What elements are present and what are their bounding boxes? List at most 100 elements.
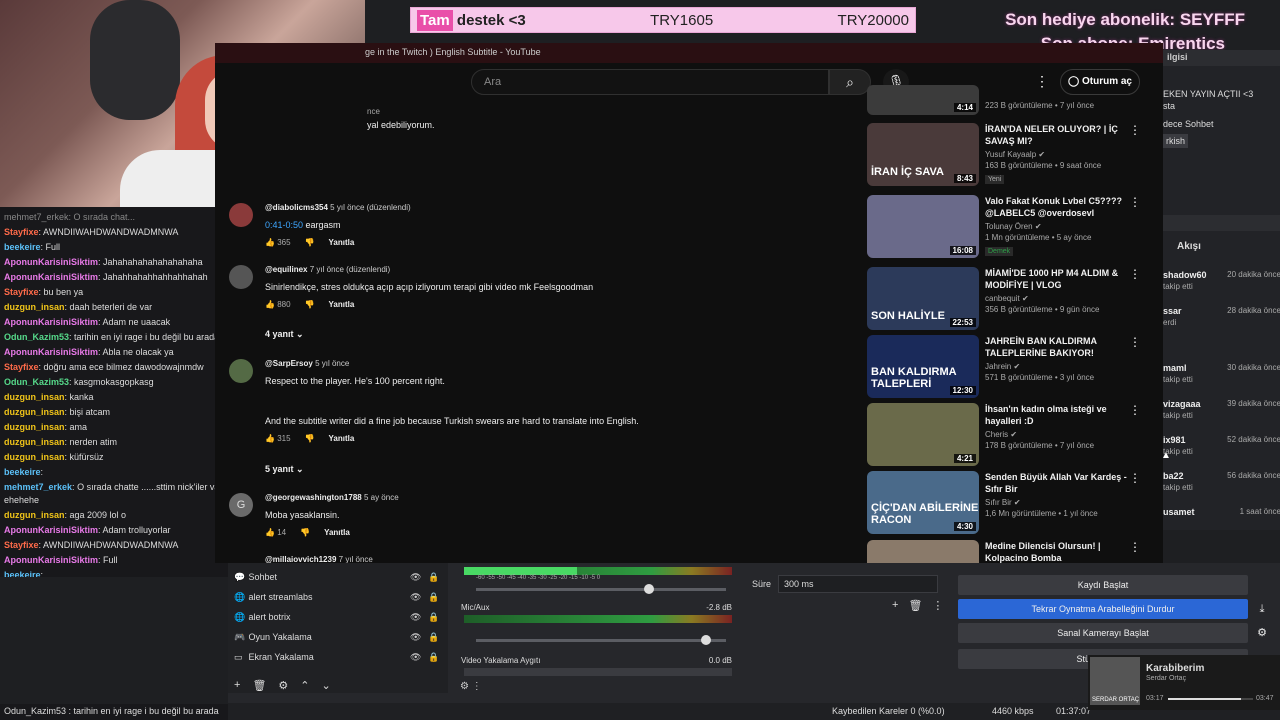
arrow-down-icon[interactable]: ⌄ — [322, 679, 331, 692]
video-channel[interactable]: Cheris ✔ — [985, 430, 1135, 439]
like-button[interactable]: 👍 365 — [265, 238, 291, 247]
chat-username[interactable]: Stayfixe — [4, 362, 39, 372]
video-title[interactable]: Medine Dilencisi Olursun! | Kolpacino Bo… — [985, 540, 1135, 563]
source-item[interactable]: 🌐 alert botrix 👁 🔒 — [234, 607, 444, 627]
lock-icon[interactable]: 🔒 — [428, 567, 439, 587]
more-menu-icon[interactable]: ⋮ — [932, 599, 943, 612]
gear-icon[interactable]: ⚙ — [1254, 623, 1270, 643]
chat-username[interactable]: AponunKarisiniSiktim — [4, 317, 98, 327]
chat-username[interactable]: duzgun_insan — [4, 302, 65, 312]
chat-username[interactable]: beekeire — [4, 467, 41, 477]
chat-username[interactable]: beekeire — [4, 570, 41, 577]
start-recording-button[interactable]: Kaydı Başlat — [958, 575, 1248, 595]
save-replay-icon[interactable]: ⤓ — [1254, 599, 1270, 619]
video-thumbnail[interactable]: ÇİÇ'DAN ABİLERİNE RACON 4:30 — [867, 471, 979, 534]
search-button[interactable]: ⌕ — [829, 69, 871, 95]
reply-button[interactable]: Yanıtla — [324, 528, 350, 537]
like-button[interactable]: 👍 14 — [265, 528, 286, 537]
chat-username[interactable]: Stayfixe — [4, 287, 39, 297]
more-menu-icon[interactable]: ⋮ — [1129, 403, 1141, 417]
lock-icon[interactable]: 🔒 — [428, 587, 439, 607]
trash-icon[interactable]: 🗑 — [252, 679, 266, 692]
video-title[interactable]: İhsan'ın kadın olma isteği ve hayalleri … — [985, 403, 1135, 427]
timestamp-link[interactable]: 0:41-0:50 — [265, 220, 303, 230]
source-item[interactable]: ▭ Ekran Yakalama 👁 🔒 — [234, 647, 444, 667]
eye-icon[interactable]: 👁 — [410, 567, 421, 587]
chat-username[interactable]: duzgun_insan — [4, 437, 65, 447]
chat-username[interactable]: AponunKarisiniSiktim — [4, 555, 98, 565]
volume-slider[interactable] — [476, 584, 726, 594]
video-title[interactable]: MİAMİ'DE 1000 HP M4 ALDIM & MODİFİYE | V… — [985, 267, 1135, 291]
dislike-button[interactable]: 👎 — [305, 434, 315, 443]
eye-icon[interactable]: 👁 — [410, 627, 421, 647]
dislike-button[interactable]: 👎 — [305, 238, 315, 247]
more-menu-icon[interactable]: ⋮ — [1129, 471, 1141, 485]
replies-toggle[interactable]: 4 yanıt ⌄ — [265, 329, 304, 340]
chat-username[interactable]: duzgun_insan — [4, 392, 65, 402]
chat-username[interactable]: duzgun_insan — [4, 452, 65, 462]
video-title[interactable]: Senden Büyük Allah Var Kardeş - Sıfır Bi… — [985, 471, 1135, 495]
video-title[interactable]: JAHREİN BAN KALDIRMA TALEPLERİNE BAKIYOR… — [985, 335, 1135, 359]
dislike-button[interactable]: 👎 — [300, 528, 310, 537]
video-item[interactable]: Medine Dilencisi Olursun! | Kolpacino Bo… — [867, 540, 1152, 563]
video-channel[interactable]: Jahrein ✔ — [985, 362, 1135, 371]
start-virtual-camera-button[interactable]: Sanal Kamerayı Başlat — [958, 623, 1248, 643]
eye-icon[interactable]: 👁 — [410, 587, 421, 607]
chat-username[interactable]: AponunKarisiniSiktim — [4, 347, 98, 357]
video-item[interactable]: 16:08 Valo Fakat Konuk Lvbel C5???? @LABE… — [867, 195, 1152, 259]
reply-button[interactable]: Yanıtla — [329, 434, 355, 443]
chat-username[interactable]: AponunKarisiniSiktim — [4, 257, 98, 267]
eye-icon[interactable]: 👁 — [410, 647, 421, 667]
video-item[interactable]: SON HALİYLE 22:53 MİAMİ'DE 1000 HP M4 ALDI… — [867, 267, 1152, 331]
video-thumbnail[interactable]: SON HALİYLE 22:53 — [867, 267, 979, 330]
video-item[interactable]: BAN KALDIRMA TALEPLERİ 12:30 JAHREİN BAN K… — [867, 335, 1152, 399]
chat-username[interactable]: duzgun_insan — [4, 407, 65, 417]
video-item[interactable]: İRAN İÇ SAVA 8:43 İRAN'DA NELER OLUYOR? | … — [867, 123, 1152, 187]
more-menu-icon[interactable]: ⋮ — [1129, 195, 1141, 209]
video-thumbnail[interactable]: BAN KALDIRMA TALEPLERİ 12:30 — [867, 335, 979, 398]
reply-button[interactable]: Yanıtla — [329, 238, 355, 247]
chat-username[interactable]: Stayfixe — [4, 227, 39, 237]
chat-username[interactable]: Odun_Kazim53 — [4, 377, 69, 387]
chat-username[interactable]: mehmet7_erkek — [4, 482, 72, 492]
video-thumbnail[interactable]: 16:08 — [867, 195, 979, 258]
video-thumbnail[interactable] — [867, 540, 979, 563]
trash-icon[interactable]: 🗑 — [908, 599, 922, 612]
search-input[interactable]: Ara — [471, 69, 829, 95]
video-channel[interactable]: Tolunay Ören ✔ — [985, 222, 1135, 231]
mixer-settings-icon[interactable]: ⚙ ⋮ — [460, 681, 482, 692]
video-thumbnail[interactable]: İRAN İÇ SAVA 8:43 — [867, 123, 979, 186]
chat-username[interactable]: duzgun_insan — [4, 510, 65, 520]
reply-button[interactable]: Yanıtla — [329, 300, 355, 309]
video-item[interactable]: ÇİÇ'DAN ABİLERİNE RACON 4:30 Senden Büyük … — [867, 471, 1152, 535]
lock-icon[interactable]: 🔒 — [428, 627, 439, 647]
video-thumbnail[interactable]: 4:21 — [867, 403, 979, 466]
chat-username[interactable]: Stayfixe — [4, 540, 39, 550]
youtube-window[interactable]: ge in the Twitch ) English Subtitle - Yo… — [215, 43, 1163, 563]
dislike-button[interactable]: 👎 — [305, 300, 315, 309]
stop-replay-buffer-button[interactable]: Tekrar Oynatma Arabelleğini Durdur — [958, 599, 1248, 619]
video-thumbnail[interactable]: 4:14 — [867, 85, 979, 115]
video-channel[interactable]: Yusuf Kayaalp ✔ — [985, 150, 1135, 159]
more-menu-icon[interactable]: ⋮ — [1129, 540, 1141, 554]
more-menu-icon[interactable]: ⋮ — [1129, 123, 1141, 137]
chat-username[interactable]: AponunKarisiniSiktim — [4, 525, 98, 535]
replies-toggle[interactable]: 5 yanıt ⌄ — [265, 464, 304, 475]
video-title[interactable]: İRAN'DA NELER OLUYOR? | İÇ SAVAŞ MI? — [985, 123, 1135, 147]
more-menu-icon[interactable]: ⋮ — [1129, 335, 1141, 349]
source-item[interactable]: 💬 Sohbet 👁 🔒 — [234, 567, 444, 587]
add-icon[interactable]: + — [234, 679, 240, 692]
more-menu-icon[interactable]: ⋮ — [1129, 267, 1141, 281]
like-button[interactable]: 👍 880 — [265, 300, 291, 309]
video-channel[interactable]: canbequit ✔ — [985, 294, 1135, 303]
chat-username[interactable]: Odun_Kazim53 — [4, 332, 69, 342]
chat-username[interactable]: beekeire — [4, 242, 41, 252]
eye-icon[interactable]: 👁 — [410, 607, 421, 627]
video-item[interactable]: 4:21 İhsan'ın kadın olma isteği ve hayall… — [867, 403, 1152, 467]
lock-icon[interactable]: 🔒 — [428, 647, 439, 667]
video-channel[interactable]: Sıfır Bir ✔ — [985, 498, 1135, 507]
source-item[interactable]: 🎮 Oyun Yakalama 👁 🔒 — [234, 627, 444, 647]
arrow-up-icon[interactable]: ⌃ — [300, 679, 309, 692]
chat-username[interactable]: AponunKarisiniSiktim — [4, 272, 98, 282]
chat-username[interactable]: duzgun_insan — [4, 422, 65, 432]
